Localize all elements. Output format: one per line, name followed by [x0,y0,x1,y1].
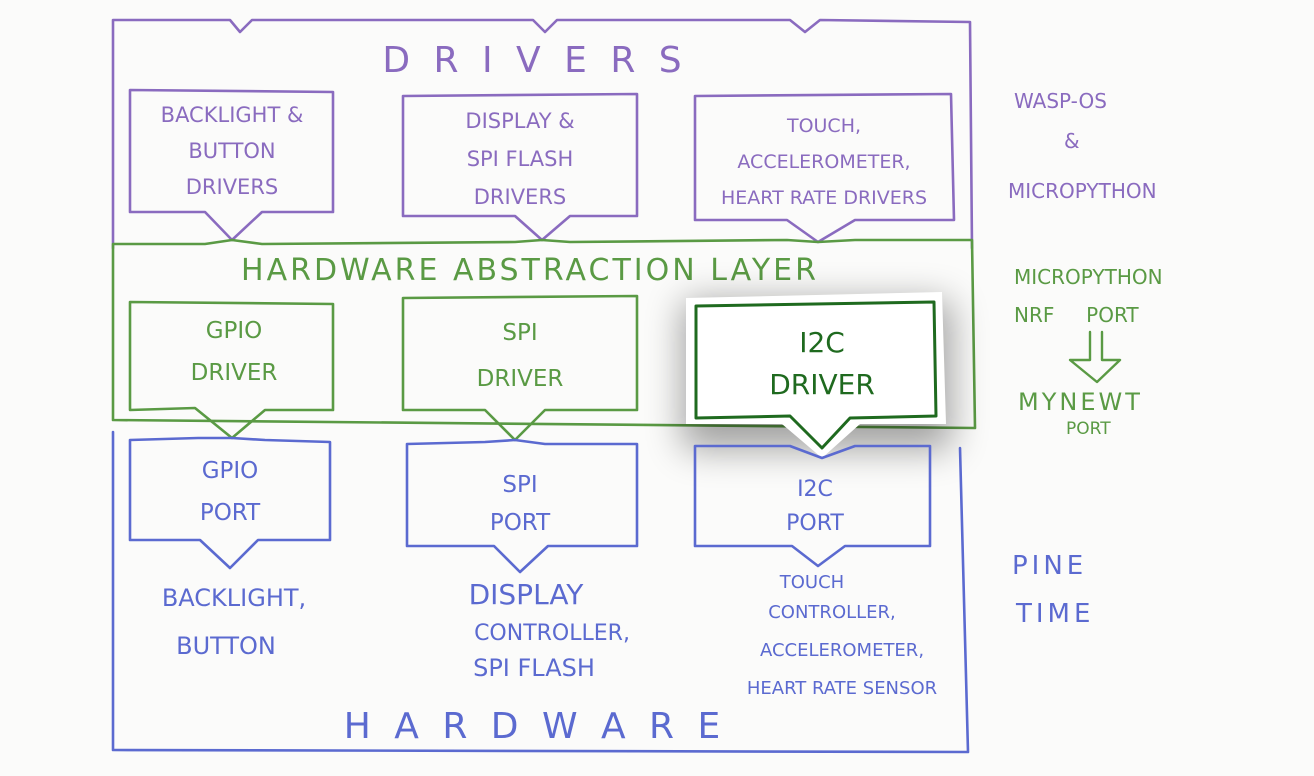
side-label-drivers: WASP-OS & MICROPYTHON [1008,89,1157,203]
hw-box-1-line-2: PORT [200,500,261,526]
hw-box-i2c [693,444,932,568]
drivers-box-text-1: BACKLIGHT & BUTTON DRIVERS [161,103,304,199]
device-text-1: BACKLIGHT, BUTTON [162,584,306,660]
side-hal-line-1: MICROPYTHON [1014,265,1163,289]
drivers-title: D R I V E R S [382,40,687,81]
drivers-box-3-line-2: ACCELEROMETER, [737,151,910,173]
hal-box-1-line-1: GPIO [206,318,263,344]
hw-box-1-line-1: GPIO [202,458,259,484]
device-1-line-2: BUTTON [176,632,276,660]
device-1-line-1: BACKLIGHT, [162,584,306,612]
device-text-3: TOUCH CONTROLLER, ACCELEROMETER, HEART R… [747,572,937,699]
side-hal-line-2: NRF PORT [1014,303,1139,327]
drivers-box-1-line-1: BACKLIGHT & [161,103,304,127]
hal-box-3-line-2: DRIVER [769,368,875,401]
diagram-canvas: D R I V E R S BACKLIGHT & BUTTON DRIVERS… [111,18,1163,754]
drivers-box-1-line-2: BUTTON [188,139,275,163]
device-text-2: DISPLAY CONTROLLER, SPI FLASH [469,578,630,682]
hw-box-3-line-1: I2C [797,477,833,502]
device-3-line-1: TOUCH [779,572,844,593]
side-hw-line-2: TIME [1015,599,1094,629]
hal-box-text-1: GPIO DRIVER [191,318,278,386]
hal-box-1-line-2: DRIVER [191,360,278,386]
side-drivers-line-1: WASP-OS [1014,89,1107,113]
device-3-line-2: CONTROLLER, [768,602,896,623]
hw-box-text-3: I2C PORT [786,477,844,536]
hw-box-spi [405,438,639,574]
hw-box-3-line-2: PORT [786,511,844,536]
side-label-hardware: PINE TIME [1012,551,1094,629]
side-hw-line-1: PINE [1012,551,1087,581]
drivers-box-2-line-2: SPI FLASH [467,147,574,171]
hardware-title: H A R D W A R E [344,706,727,747]
hal-box-2-line-1: SPI [502,320,537,346]
hw-box-2-line-1: SPI [502,472,537,498]
device-3-line-4: HEART RATE SENSOR [747,678,937,699]
hal-title: HARDWARE ABSTRACTION LAYER [241,253,819,288]
device-2-line-1: DISPLAY [469,578,585,611]
drivers-box-2-line-1: DISPLAY & [465,109,574,133]
side-label-hal: MICROPYTHON NRF PORT MYNEWT PORT [1014,265,1163,439]
device-2-line-2: CONTROLLER, [474,621,630,646]
port-arrow-icon [1068,330,1122,384]
side-hal-line-3: MYNEWT [1018,388,1143,416]
hw-box-text-1: GPIO PORT [200,458,261,526]
side-hal-line-4: PORT [1066,419,1111,439]
hal-box-2-line-2: DRIVER [477,366,564,392]
hw-box-text-2: SPI PORT [490,472,551,536]
drivers-box-3-line-3: HEART RATE DRIVERS [721,187,927,209]
drivers-box-3-line-1: TOUCH, [786,115,861,137]
hw-box-2-line-2: PORT [490,510,551,536]
architecture-diagram: D R I V E R S BACKLIGHT & BUTTON DRIVERS… [0,0,1314,776]
hal-box-text-2: SPI DRIVER [477,320,564,392]
drivers-box-text-3: TOUCH, ACCELEROMETER, HEART RATE DRIVERS [721,115,927,209]
drivers-box-text-2: DISPLAY & SPI FLASH DRIVERS [465,109,574,209]
drivers-box-2-line-3: DRIVERS [474,185,567,209]
drivers-box-1-line-3: DRIVERS [186,175,279,199]
device-2-line-3: SPI FLASH [473,654,595,682]
hal-box-3-line-1: I2C [799,326,845,359]
device-3-line-3: ACCELEROMETER, [760,640,924,661]
side-drivers-line-2: & [1064,129,1080,153]
side-drivers-line-3: MICROPYTHON [1008,179,1157,203]
